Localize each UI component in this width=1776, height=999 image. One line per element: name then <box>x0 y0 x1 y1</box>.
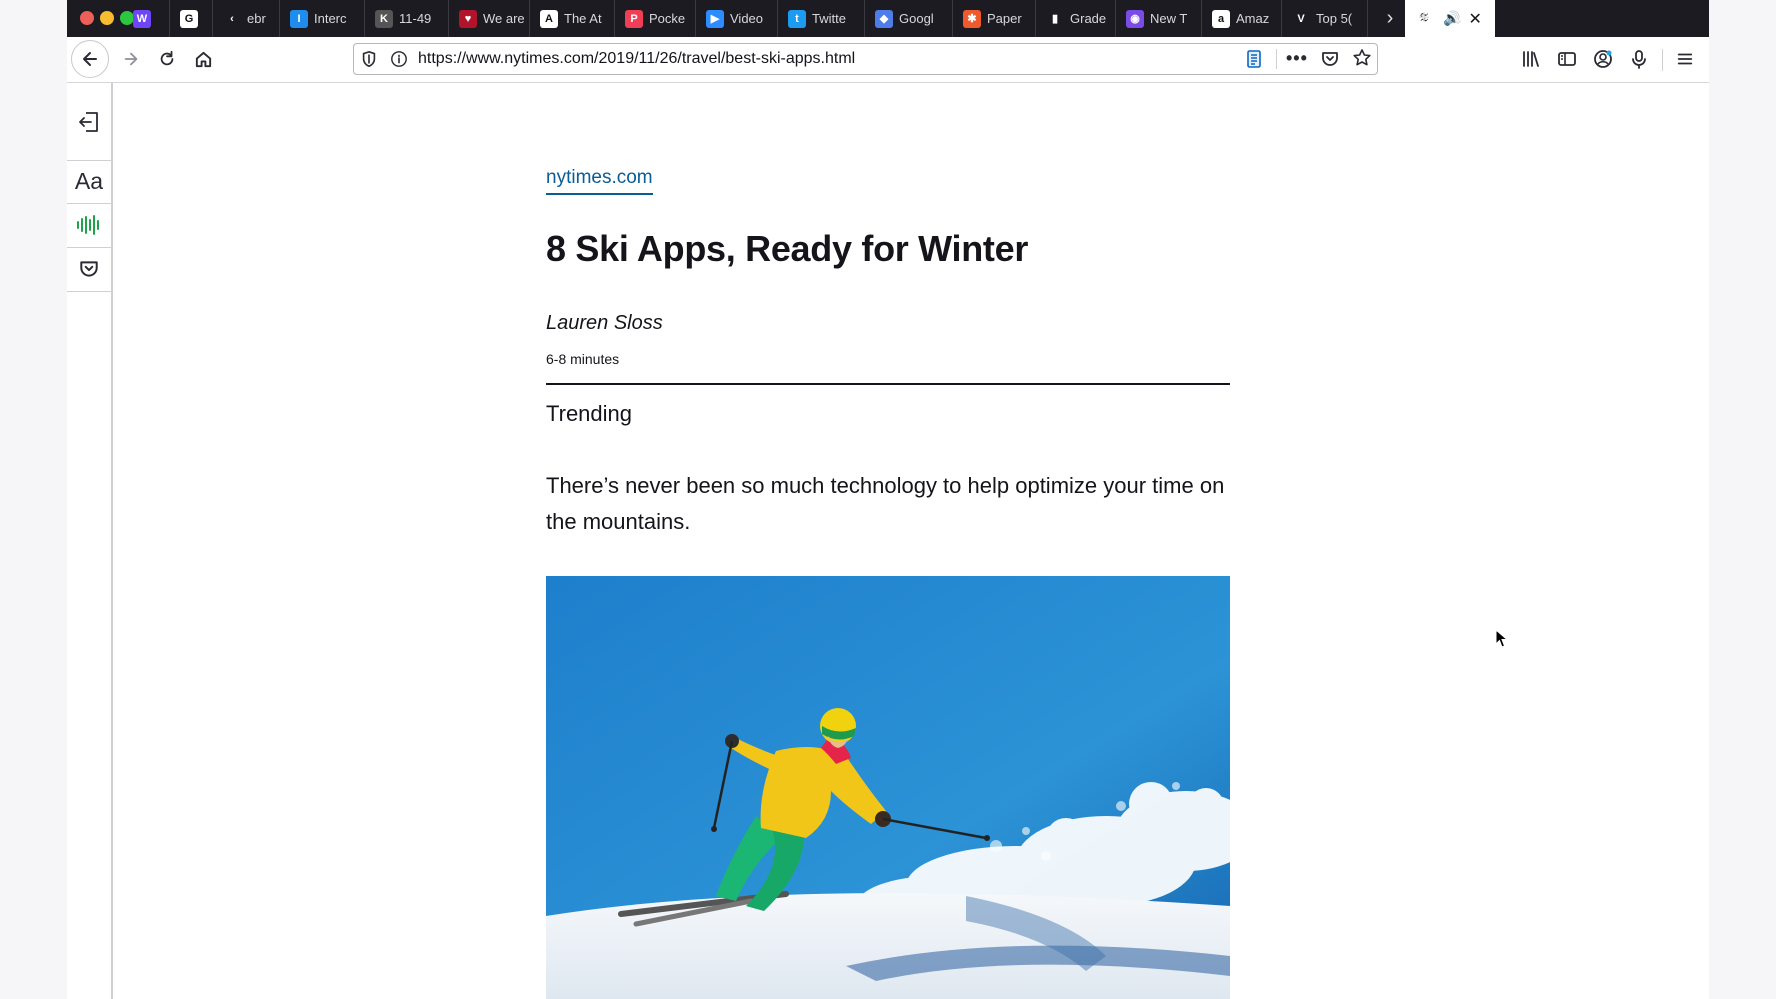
heart-icon: ♥ <box>459 9 477 28</box>
tab-firefox[interactable]: ◉ New T <box>1116 0 1202 37</box>
tab-label: ebr <box>247 11 266 26</box>
home-button[interactable] <box>187 43 219 75</box>
bookmark-star-icon[interactable] <box>1352 48 1372 73</box>
tab-label: Video <box>730 11 764 26</box>
webflow-icon: W <box>133 9 151 28</box>
mouse-cursor-icon <box>1495 629 1509 648</box>
tab-label: We are <box>483 11 525 26</box>
header-divider <box>546 383 1230 385</box>
article-byline: Lauren Sloss <box>546 312 663 334</box>
v-icon: V <box>1292 9 1310 28</box>
close-window-button[interactable] <box>80 11 94 25</box>
article-title: 8 Ski Apps, Ready for Winter <box>546 228 1029 269</box>
bookmark-icon: K <box>375 9 393 28</box>
tracking-protection-icon[interactable] <box>360 50 378 73</box>
scroll-tabs-right-icon[interactable]: › <box>1375 0 1405 37</box>
url-input[interactable] <box>418 49 1218 69</box>
tab-label: New T <box>1150 11 1188 26</box>
tab-back-chevron[interactable]: ‹ ebr <box>213 0 280 37</box>
tab-label: Pocke <box>649 11 686 26</box>
tab-webflow[interactable]: W <box>123 0 170 37</box>
narrate-button[interactable] <box>67 203 111 248</box>
tab-label: Twitte <box>812 11 846 26</box>
tab-pocket[interactable]: P Pocke <box>615 0 696 37</box>
save-to-pocket-icon[interactable] <box>1320 49 1340 74</box>
page-actions-icon[interactable]: ••• <box>1286 48 1308 69</box>
google-icon: G <box>180 9 198 28</box>
tab-strip: W G ‹ ebr I Interc K 11-49 ♥ We are A The At P Pocke ▶… <box>67 0 1709 37</box>
navigation-toolbar: ••• <box>67 37 1709 83</box>
tab-label: The At <box>564 11 602 26</box>
new-tab-button[interactable]: + <box>1407 0 1441 37</box>
browser-window: W G ‹ ebr I Interc K 11-49 ♥ We are A The At P Pocke ▶… <box>67 0 1709 999</box>
reload-button[interactable] <box>151 43 183 75</box>
tab-label: Amaz <box>1236 11 1270 26</box>
urlbar-divider <box>1276 49 1277 69</box>
paper-icon: ✱ <box>963 9 981 28</box>
toolbar-divider <box>1662 49 1663 71</box>
list-all-tabs-button[interactable]: ⌄ <box>1441 0 1475 37</box>
tab-google-drive[interactable]: ◆ Googl <box>865 0 953 37</box>
reading-time: 6-8 minutes <box>546 351 620 367</box>
home-icon <box>195 51 211 67</box>
exit-reader-icon <box>79 111 98 132</box>
minimize-window-button[interactable] <box>100 11 114 25</box>
tab-video[interactable]: ▶ Video <box>696 0 778 37</box>
type-controls-button[interactable]: Aa <box>67 160 111 204</box>
tab-v[interactable]: V Top 5( <box>1282 0 1368 37</box>
tab-label: Googl <box>899 11 934 26</box>
tab-chart[interactable]: ▮ Grade <box>1036 0 1116 37</box>
narrate-waveform-icon <box>77 215 99 235</box>
reader-toolbar: Aa <box>67 83 113 999</box>
tab-twitter[interactable]: t Twitte <box>778 0 865 37</box>
tab-label: Top 5( <box>1316 11 1353 26</box>
app-menu-button[interactable] <box>1669 43 1701 75</box>
atlantic-icon: A <box>540 9 558 28</box>
google-drive-icon: ◆ <box>875 9 893 28</box>
intercom-icon: I <box>290 9 308 28</box>
site-info-icon[interactable] <box>390 50 408 73</box>
article-lede: There’s never been so much technology to… <box>546 473 1225 534</box>
tab-label: Grade <box>1070 11 1107 26</box>
source-domain-link[interactable]: nytimes.com <box>546 167 653 195</box>
reader-pocket-button[interactable] <box>67 247 111 292</box>
pocket-icon: P <box>625 9 643 28</box>
twitter-icon: t <box>788 9 806 28</box>
forward-button[interactable] <box>115 43 147 75</box>
pocket-icon <box>80 261 98 277</box>
tab-intercom[interactable]: I Interc <box>280 0 365 37</box>
back-button[interactable] <box>71 40 109 78</box>
firefox-icon: ◉ <box>1126 9 1144 28</box>
reader-view-icon[interactable] <box>1244 49 1264 74</box>
tab-label: Paper <box>987 11 1022 26</box>
back-arrow-icon <box>83 52 97 66</box>
library-button[interactable] <box>1515 43 1547 75</box>
tab-google[interactable]: G <box>170 0 213 37</box>
tab-heart[interactable]: ♥ We are <box>449 0 530 37</box>
reload-icon <box>160 50 174 66</box>
amazon-icon: a <box>1212 9 1230 28</box>
tab-label: Interc <box>314 11 347 26</box>
tab-bookmark[interactable]: K 11-49 <box>365 0 449 37</box>
tab-atlantic[interactable]: A The At <box>530 0 615 37</box>
address-bar[interactable]: ••• <box>353 43 1378 75</box>
tab-paper[interactable]: ✱ Paper <box>953 0 1036 37</box>
microphone-icon <box>1632 50 1646 69</box>
hero-image-skier <box>546 576 1230 999</box>
library-icon <box>1523 51 1539 67</box>
account-button[interactable] <box>1587 43 1619 75</box>
close-reader-view-button[interactable] <box>67 83 111 161</box>
tab-label: 11-49 <box>399 11 432 26</box>
chart-icon: ▮ <box>1046 9 1064 28</box>
video-icon: ▶ <box>706 9 724 28</box>
hamburger-menu-icon <box>1677 53 1693 65</box>
tab-amazon[interactable]: a Amaz <box>1202 0 1282 37</box>
forward-arrow-icon <box>124 52 138 66</box>
account-icon <box>1594 50 1612 68</box>
back-chevron-icon: ‹ <box>223 9 241 28</box>
sidebar-icon <box>1558 52 1576 66</box>
microphone-button[interactable] <box>1623 43 1655 75</box>
sidebars-button[interactable] <box>1551 43 1583 75</box>
section-label: Trending <box>546 401 633 426</box>
